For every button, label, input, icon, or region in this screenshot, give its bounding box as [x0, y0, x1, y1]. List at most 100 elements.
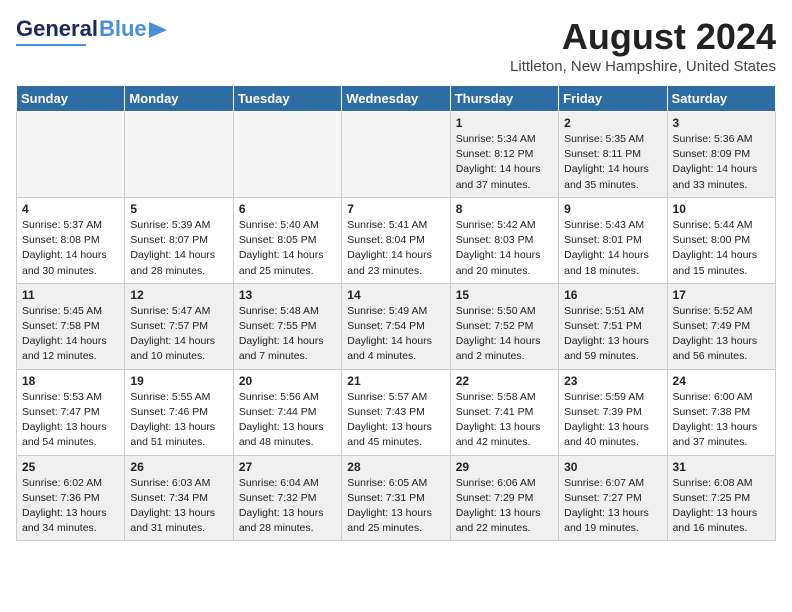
calendar-cell: 21Sunrise: 5:57 AMSunset: 7:43 PMDayligh…: [342, 369, 450, 455]
day-info: Sunrise: 6:07 AMSunset: 7:27 PMDaylight:…: [564, 476, 661, 537]
calendar-cell: 7 Sunrise: 5:41 AMSunset: 8:04 PMDaylight…: [342, 197, 450, 283]
weekday-header-wednesday: Wednesday: [342, 86, 450, 112]
day-number: 7: [347, 202, 444, 216]
day-number: 14: [347, 288, 444, 302]
calendar-cell: 23 Sunrise: 5:59 AMSunset: 7:39 PMDayligh…: [559, 369, 667, 455]
day-info: Sunrise: 5:59 AMSunset: 7:39 PMDaylight:…: [564, 390, 661, 451]
calendar-cell: 31Sunrise: 6:08 AMSunset: 7:25 PMDayligh…: [667, 455, 775, 541]
calendar-cell: 26 Sunrise: 6:03 AMSunset: 7:34 PMDayligh…: [125, 455, 233, 541]
day-number: 22: [456, 374, 553, 388]
day-number: 12: [130, 288, 227, 302]
calendar-cell: 10 Sunrise: 5:44 AMSunset: 8:00 PMDayligh…: [667, 197, 775, 283]
week-row-4: 18 Sunrise: 5:53 AMSunset: 7:47 PMDayligh…: [17, 369, 776, 455]
calendar-cell: 2Sunrise: 5:35 AMSunset: 8:11 PMDaylight…: [559, 112, 667, 198]
day-info: Sunrise: 5:50 AMSunset: 7:52 PMDaylight:…: [456, 304, 553, 365]
day-info: Sunrise: 5:51 AMSunset: 7:51 PMDaylight:…: [564, 304, 661, 365]
day-number: 30: [564, 460, 661, 474]
day-info: Sunrise: 5:41 AMSunset: 8:04 PMDaylight:…: [347, 218, 444, 279]
day-info: Sunrise: 5:36 AMSunset: 8:09 PMDaylight:…: [673, 132, 770, 193]
day-info: Sunrise: 6:00 AMSunset: 7:38 PMDaylight:…: [673, 390, 770, 451]
weekday-row: SundayMondayTuesdayWednesdayThursdayFrid…: [17, 86, 776, 112]
calendar-cell: 8 Sunrise: 5:42 AMSunset: 8:03 PMDaylight…: [450, 197, 558, 283]
day-number: 23: [564, 374, 661, 388]
weekday-header-thursday: Thursday: [450, 86, 558, 112]
calendar-cell: 18 Sunrise: 5:53 AMSunset: 7:47 PMDayligh…: [17, 369, 125, 455]
day-number: 5: [130, 202, 227, 216]
day-number: 24: [673, 374, 770, 388]
calendar-cell: 24 Sunrise: 6:00 AMSunset: 7:38 PMDayligh…: [667, 369, 775, 455]
logo-blue: Blue: [99, 16, 147, 42]
location: Littleton, New Hampshire, United States: [510, 58, 776, 75]
day-info: Sunrise: 5:44 AMSunset: 8:00 PMDaylight:…: [673, 218, 770, 279]
calendar-cell: [17, 112, 125, 198]
day-number: 21: [347, 374, 444, 388]
weekday-header-friday: Friday: [559, 86, 667, 112]
day-info: Sunrise: 6:02 AMSunset: 7:36 PMDaylight:…: [22, 476, 119, 537]
day-info: Sunrise: 5:37 AMSunset: 8:08 PMDaylight:…: [22, 218, 119, 279]
day-number: 26: [130, 460, 227, 474]
calendar-cell: 14 Sunrise: 5:49 AMSunset: 7:54 PMDayligh…: [342, 283, 450, 369]
week-row-3: 11 Sunrise: 5:45 AMSunset: 7:58 PMDayligh…: [17, 283, 776, 369]
day-number: 11: [22, 288, 119, 302]
day-info: Sunrise: 5:42 AMSunset: 8:03 PMDaylight:…: [456, 218, 553, 279]
calendar-cell: 28 Sunrise: 6:05 AMSunset: 7:31 PMDayligh…: [342, 455, 450, 541]
calendar-cell: 27Sunrise: 6:04 AMSunset: 7:32 PMDayligh…: [233, 455, 341, 541]
title-area: August 2024 Littleton, New Hampshire, Un…: [510, 16, 776, 75]
day-info: Sunrise: 5:53 AMSunset: 7:47 PMDaylight:…: [22, 390, 119, 451]
calendar-body: 1Sunrise: 5:34 AMSunset: 8:12 PMDaylight…: [17, 112, 776, 541]
day-number: 27: [239, 460, 336, 474]
day-info: Sunrise: 5:40 AMSunset: 8:05 PMDaylight:…: [239, 218, 336, 279]
calendar-cell: 19 Sunrise: 5:55 AMSunset: 7:46 PMDayligh…: [125, 369, 233, 455]
weekday-header-tuesday: Tuesday: [233, 86, 341, 112]
week-row-2: 4 Sunrise: 5:37 AMSunset: 8:08 PMDaylight…: [17, 197, 776, 283]
day-info: Sunrise: 5:43 AMSunset: 8:01 PMDaylight:…: [564, 218, 661, 279]
day-info: Sunrise: 6:08 AMSunset: 7:25 PMDaylight:…: [673, 476, 770, 537]
day-info: Sunrise: 5:56 AMSunset: 7:44 PMDaylight:…: [239, 390, 336, 451]
day-info: Sunrise: 5:58 AMSunset: 7:41 PMDaylight:…: [456, 390, 553, 451]
day-info: Sunrise: 6:05 AMSunset: 7:31 PMDaylight:…: [347, 476, 444, 537]
calendar-cell: 3 Sunrise: 5:36 AMSunset: 8:09 PMDaylight…: [667, 112, 775, 198]
day-number: 25: [22, 460, 119, 474]
day-number: 4: [22, 202, 119, 216]
day-number: 3: [673, 116, 770, 130]
day-info: Sunrise: 5:39 AMSunset: 8:07 PMDaylight:…: [130, 218, 227, 279]
day-number: 20: [239, 374, 336, 388]
day-number: 29: [456, 460, 553, 474]
day-info: Sunrise: 5:45 AMSunset: 7:58 PMDaylight:…: [22, 304, 119, 365]
calendar-table: SundayMondayTuesdayWednesdayThursdayFrid…: [16, 85, 776, 541]
day-info: Sunrise: 5:52 AMSunset: 7:49 PMDaylight:…: [673, 304, 770, 365]
calendar-cell: 6 Sunrise: 5:40 AMSunset: 8:05 PMDaylight…: [233, 197, 341, 283]
day-number: 8: [456, 202, 553, 216]
day-info: Sunrise: 5:49 AMSunset: 7:54 PMDaylight:…: [347, 304, 444, 365]
calendar-cell: 29 Sunrise: 6:06 AMSunset: 7:29 PMDayligh…: [450, 455, 558, 541]
day-info: Sunrise: 6:06 AMSunset: 7:29 PMDaylight:…: [456, 476, 553, 537]
calendar-cell: 15Sunrise: 5:50 AMSunset: 7:52 PMDayligh…: [450, 283, 558, 369]
weekday-header-monday: Monday: [125, 86, 233, 112]
day-info: Sunrise: 5:55 AMSunset: 7:46 PMDaylight:…: [130, 390, 227, 451]
calendar-cell: 11 Sunrise: 5:45 AMSunset: 7:58 PMDayligh…: [17, 283, 125, 369]
week-row-5: 25 Sunrise: 6:02 AMSunset: 7:36 PMDayligh…: [17, 455, 776, 541]
weekday-header-sunday: Sunday: [17, 86, 125, 112]
calendar-cell: 16 Sunrise: 5:51 AMSunset: 7:51 PMDayligh…: [559, 283, 667, 369]
day-info: Sunrise: 5:48 AMSunset: 7:55 PMDaylight:…: [239, 304, 336, 365]
day-number: 6: [239, 202, 336, 216]
day-info: Sunrise: 5:34 AMSunset: 8:12 PMDaylight:…: [456, 132, 553, 193]
calendar-cell: 13 Sunrise: 5:48 AMSunset: 7:55 PMDayligh…: [233, 283, 341, 369]
calendar-cell: 5 Sunrise: 5:39 AMSunset: 8:07 PMDaylight…: [125, 197, 233, 283]
calendar-cell: 30 Sunrise: 6:07 AMSunset: 7:27 PMDayligh…: [559, 455, 667, 541]
day-number: 28: [347, 460, 444, 474]
calendar-header: SundayMondayTuesdayWednesdayThursdayFrid…: [17, 86, 776, 112]
calendar-cell: 9 Sunrise: 5:43 AMSunset: 8:01 PMDaylight…: [559, 197, 667, 283]
day-number: 10: [673, 202, 770, 216]
day-number: 16: [564, 288, 661, 302]
logo: General Blue: [16, 16, 167, 46]
day-number: 19: [130, 374, 227, 388]
day-info: Sunrise: 6:03 AMSunset: 7:34 PMDaylight:…: [130, 476, 227, 537]
calendar-cell: 20 Sunrise: 5:56 AMSunset: 7:44 PMDayligh…: [233, 369, 341, 455]
calendar-cell: 4 Sunrise: 5:37 AMSunset: 8:08 PMDaylight…: [17, 197, 125, 283]
logo-arrow-icon: [149, 22, 167, 38]
day-number: 9: [564, 202, 661, 216]
week-row-1: 1Sunrise: 5:34 AMSunset: 8:12 PMDaylight…: [17, 112, 776, 198]
day-number: 13: [239, 288, 336, 302]
day-number: 18: [22, 374, 119, 388]
